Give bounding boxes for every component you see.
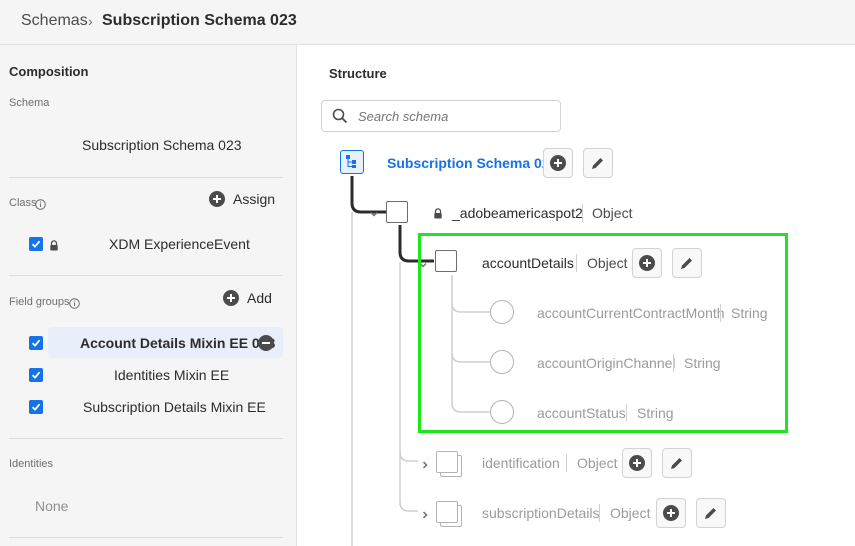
add-field-button[interactable] — [543, 148, 573, 178]
schema-root-name[interactable]: Subscription Schema 023 — [387, 155, 557, 171]
add-circle-icon — [663, 505, 679, 521]
identification-field-name[interactable]: identification — [482, 455, 560, 471]
tenant-field-type: Object — [592, 205, 633, 221]
separator — [599, 504, 600, 522]
pencil-icon — [671, 458, 682, 469]
chevron-right-icon[interactable] — [420, 457, 430, 475]
subscriptiondetails-field-name[interactable]: subscriptionDetails — [482, 505, 600, 521]
chevron-right-icon[interactable] — [420, 507, 430, 525]
subscriptiondetails-field-type: Object — [610, 505, 651, 521]
schema-root-icon[interactable] — [340, 150, 364, 174]
add-field-button[interactable] — [656, 498, 686, 528]
chevron-down-icon[interactable] — [369, 206, 379, 224]
separator — [566, 454, 567, 472]
add-circle-icon — [629, 455, 645, 471]
pencil-icon — [705, 508, 716, 519]
object-node-icon[interactable] — [386, 201, 408, 223]
identification-field-type: Object — [577, 455, 618, 471]
highlight-box — [418, 233, 788, 433]
object-node-icon[interactable] — [436, 501, 458, 523]
separator — [582, 204, 583, 222]
add-circle-icon — [550, 155, 566, 171]
edit-button[interactable] — [662, 448, 692, 478]
pencil-icon — [592, 158, 603, 169]
edit-button[interactable] — [583, 148, 613, 178]
object-node-icon[interactable] — [436, 451, 458, 473]
edit-button[interactable] — [696, 498, 726, 528]
add-field-button[interactable] — [622, 448, 652, 478]
tenant-field-name[interactable]: _adobeamericaspot2 — [452, 205, 583, 221]
lock-icon — [433, 206, 443, 224]
